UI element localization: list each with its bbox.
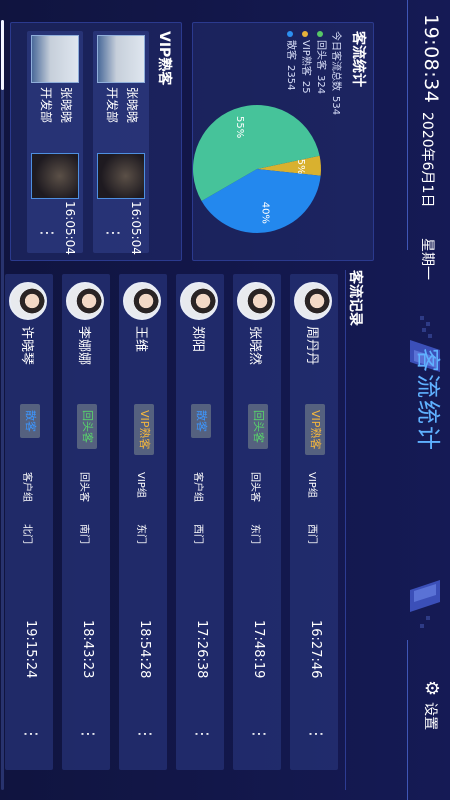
header-line-right — [407, 640, 408, 800]
status-badge: 回头客 — [248, 404, 268, 449]
records-panel: 客流记录 周丹丹 VIP熟客 VIP组 西门 16:27:46 ⋮ 张晓然 回头… — [0, 270, 390, 800]
more-vertical-icon[interactable]: ⋮ — [79, 726, 98, 742]
header-line-left — [407, 0, 408, 250]
record-group: VIP组 — [135, 472, 146, 498]
stat-value: 25 — [300, 80, 311, 94]
more-vertical-icon[interactable]: ⋮ — [136, 726, 155, 742]
more-vertical-icon[interactable]: ⋮ — [38, 225, 57, 241]
stat-label: 散客 — [285, 40, 296, 60]
record-door: 西门 — [306, 524, 317, 544]
more-vertical-icon[interactable]: ⋮ — [307, 726, 326, 742]
vip-dept: 开发部 — [39, 87, 53, 124]
record-time: 16:27:46 — [308, 620, 323, 679]
record-group: 客户组 — [21, 472, 32, 502]
stat-row-total: 今日客流总数 534 — [328, 31, 343, 115]
snapshot-photo — [97, 153, 145, 199]
record-name: 张晓然 — [247, 326, 262, 366]
settings-label: 设置 — [422, 702, 439, 731]
scrollbar-track[interactable] — [1, 20, 4, 790]
vip-name: 张晓晓 — [59, 87, 73, 124]
legend-dot — [317, 31, 324, 37]
record-row[interactable]: 张晓然 回头客 回头客 东门 17:48:19 ⋮ — [233, 274, 281, 770]
avatar — [180, 282, 218, 320]
stat-value: 2354 — [285, 65, 296, 91]
legend-dot — [287, 31, 294, 37]
record-row[interactable]: 许晓琴 散客 客户组 北门 19:15:24 ⋮ — [5, 274, 53, 770]
record-group: 客户组 — [192, 472, 203, 502]
record-row[interactable]: 郑阳 散客 客户组 西门 17:26:38 ⋮ — [176, 274, 224, 770]
stat-label: 回头客 — [315, 40, 326, 70]
record-door: 南门 — [78, 524, 89, 544]
status-badge: VIP熟客 — [134, 404, 154, 456]
record-name: 郑阳 — [190, 326, 205, 353]
vip-card[interactable]: 张晓晓 开发部 16:05:04 ⋮ — [27, 31, 83, 255]
record-row[interactable]: 王维 VIP熟客 VIP组 东门 18:54:28 ⋮ — [119, 274, 167, 770]
avatar — [66, 282, 104, 320]
vip-time: 16:05:04 — [63, 201, 77, 255]
stats-title: 客流统计 — [350, 31, 366, 87]
vip-card[interactable]: 张晓晓 开发部 16:05:04 ⋮ — [93, 31, 149, 255]
record-time: 17:48:19 — [251, 620, 266, 679]
snapshot-photo — [31, 153, 79, 199]
pie-slice-label: 55% — [234, 116, 245, 138]
avatar — [123, 282, 161, 320]
record-row[interactable]: 李娜娜 回头客 回头客 南门 18:43:23 ⋮ — [62, 274, 110, 770]
pie-chart: 5% 40% 55% — [193, 105, 321, 233]
record-group: VIP组 — [306, 472, 317, 498]
record-row[interactable]: 周丹丹 VIP熟客 VIP组 西门 16:27:46 ⋮ — [290, 274, 338, 770]
record-group: 回头客 — [249, 472, 260, 502]
status-badge: VIP熟客 — [305, 404, 325, 456]
vip-dept: 开发部 — [105, 87, 119, 124]
record-name: 王维 — [133, 326, 148, 353]
app-screen: 19:08:34 2020年6月1日 星期一 客流统计 ⚙ 设置 客流统计 今日… — [0, 0, 450, 800]
record-time: 18:54:28 — [137, 620, 152, 679]
records-title: 客流记录 — [347, 270, 363, 326]
record-name: 许晓琴 — [19, 326, 34, 366]
avatar — [31, 35, 79, 83]
scrollbar-thumb[interactable] — [1, 20, 4, 90]
record-time: 18:43:23 — [80, 620, 95, 679]
more-vertical-icon[interactable]: ⋮ — [193, 726, 212, 742]
pie-slice-label: 5% — [295, 159, 306, 175]
record-door: 北门 — [21, 524, 32, 544]
legend-dot — [302, 31, 309, 37]
vip-name: 张晓晓 — [125, 87, 139, 124]
avatar — [294, 282, 332, 320]
avatar — [237, 282, 275, 320]
more-vertical-icon[interactable]: ⋮ — [104, 225, 123, 241]
stat-label: 今日客流总数 — [330, 31, 341, 91]
pie-slice-label: 40% — [259, 202, 270, 224]
record-door: 西门 — [192, 524, 203, 544]
gear-icon: ⚙ — [421, 680, 442, 697]
status-badge: 散客 — [20, 404, 40, 438]
vip-panel: VIP熟客 张晓晓 开发部 16:05:04 ⋮ 张晓晓 开发部 16:05:0… — [10, 22, 182, 261]
record-name: 李娜娜 — [76, 326, 91, 366]
stat-value: 534 — [330, 96, 341, 116]
more-vertical-icon[interactable]: ⋮ — [250, 726, 269, 742]
status-badge: 回头客 — [77, 404, 97, 449]
record-door: 东门 — [135, 524, 146, 544]
record-time: 17:26:38 — [194, 620, 209, 679]
header: 19:08:34 2020年6月1日 星期一 客流统计 ⚙ 设置 — [390, 0, 450, 800]
stats-panel: 客流统计 今日客流总数 534 回头客 324 VIP熟客 25 散客 2354 — [192, 22, 374, 261]
vip-title: VIP熟客 — [156, 31, 172, 86]
more-vertical-icon[interactable]: ⋮ — [22, 726, 41, 742]
records-divider — [345, 270, 346, 790]
avatar — [97, 35, 145, 83]
stat-label: VIP熟客 — [300, 40, 311, 76]
record-group: 回头客 — [78, 472, 89, 502]
avatar — [9, 282, 47, 320]
status-badge: 散客 — [191, 404, 211, 438]
vip-time: 16:05:04 — [129, 201, 143, 255]
stat-value: 324 — [315, 75, 326, 95]
record-door: 东门 — [249, 524, 260, 544]
settings-button[interactable]: ⚙ 设置 — [421, 680, 442, 730]
record-time: 19:15:24 — [23, 620, 38, 679]
record-name: 周丹丹 — [304, 326, 319, 366]
